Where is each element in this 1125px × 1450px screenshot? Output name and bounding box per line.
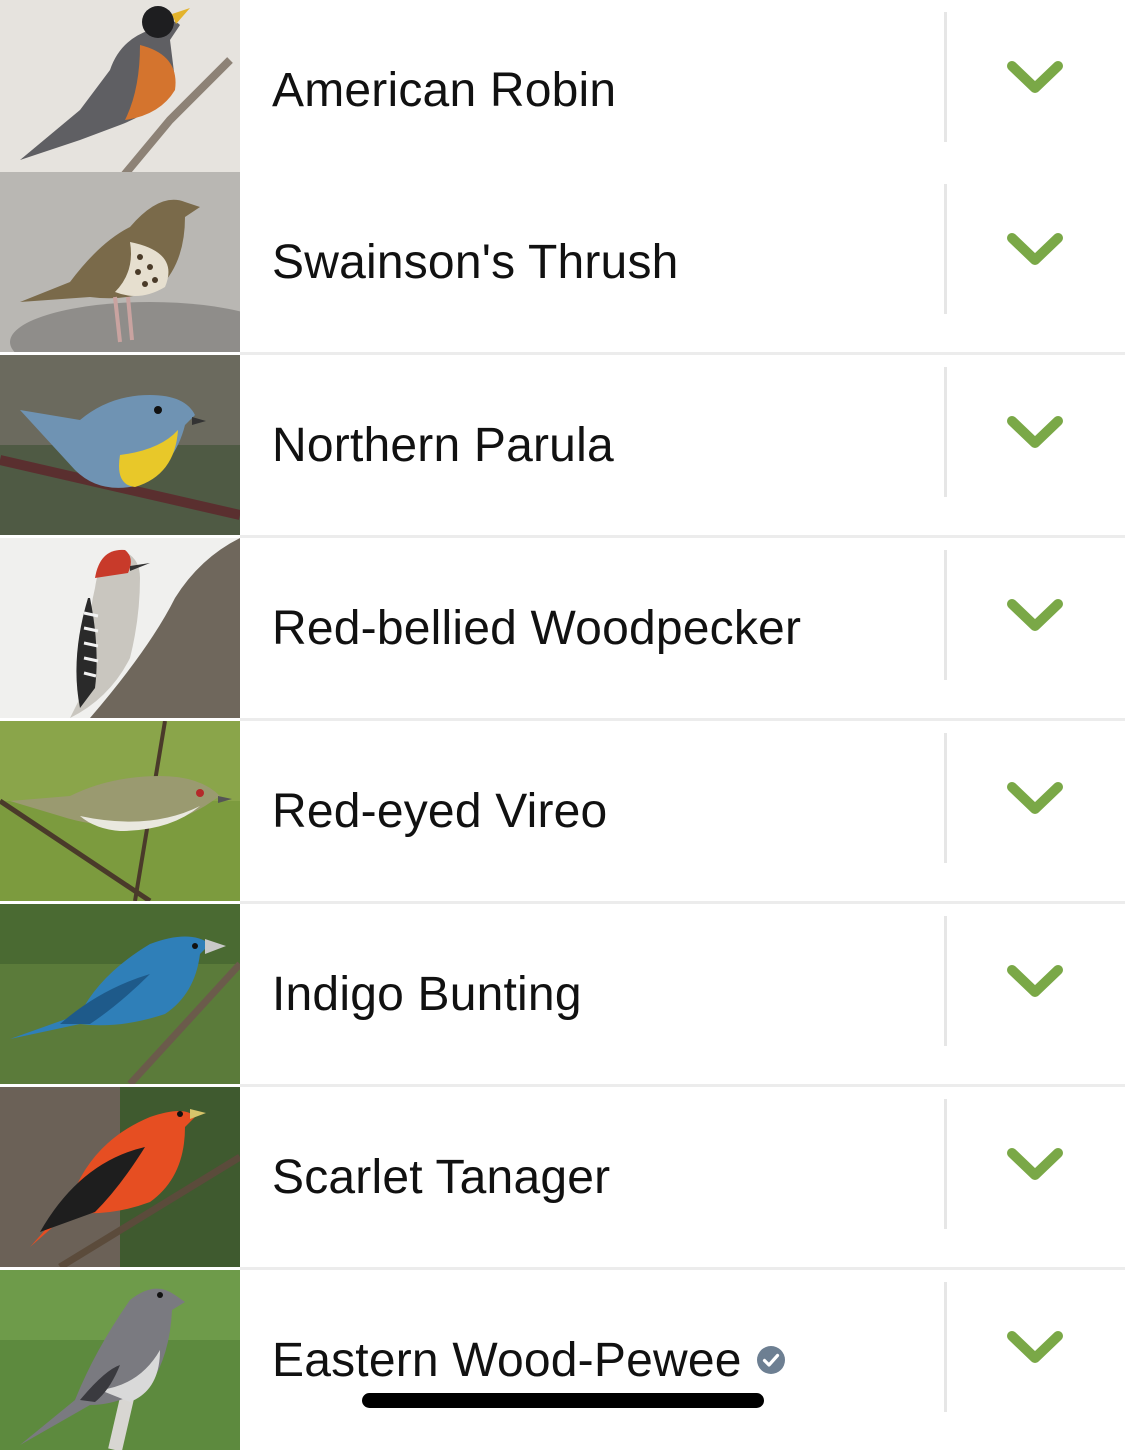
chevron-down-icon	[1007, 60, 1063, 101]
row-divider	[944, 1099, 947, 1229]
row-divider	[944, 1282, 947, 1412]
expand-button[interactable]	[985, 40, 1085, 120]
species-row[interactable]: Scarlet Tanager	[0, 1087, 1125, 1270]
chevron-down-icon	[1007, 232, 1063, 273]
northern-parula-photo[interactable]	[0, 355, 240, 535]
species-list: American Robin Swainson's Thrush Norther…	[0, 0, 1125, 1450]
row-divider	[944, 916, 947, 1046]
chevron-down-icon	[1007, 1330, 1063, 1371]
row-divider	[944, 184, 947, 314]
species-row[interactable]: Red-eyed Vireo	[0, 721, 1125, 904]
red-eyed-vireo-photo[interactable]	[0, 721, 240, 901]
american-robin-photo[interactable]	[0, 0, 240, 180]
species-row[interactable]: Eastern Wood-Pewee	[0, 1270, 1125, 1450]
species-name-container[interactable]: Eastern Wood-Pewee	[272, 1270, 932, 1450]
row-divider	[944, 550, 947, 680]
expand-button[interactable]	[985, 578, 1085, 658]
chevron-down-icon	[1007, 1147, 1063, 1188]
species-name-container[interactable]: Red-bellied Woodpecker	[272, 538, 932, 718]
scarlet-tanager-photo[interactable]	[0, 1087, 240, 1267]
red-bellied-woodpecker-photo[interactable]	[0, 538, 240, 718]
species-row[interactable]: Indigo Bunting	[0, 904, 1125, 1087]
indigo-bunting-photo[interactable]	[0, 904, 240, 1084]
expand-button[interactable]	[985, 212, 1085, 292]
species-name-container[interactable]: Northern Parula	[272, 355, 932, 535]
species-row[interactable]: Northern Parula	[0, 355, 1125, 538]
expand-button[interactable]	[985, 761, 1085, 841]
species-name: Indigo Bunting	[272, 967, 582, 1021]
chevron-down-icon	[1007, 415, 1063, 456]
species-name-container[interactable]: Swainson's Thrush	[272, 172, 932, 352]
species-name: Northern Parula	[272, 418, 614, 472]
expand-button[interactable]	[985, 1310, 1085, 1390]
expand-button[interactable]	[985, 1127, 1085, 1207]
expand-button[interactable]	[985, 944, 1085, 1024]
species-name: Eastern Wood-Pewee	[272, 1333, 742, 1387]
chevron-down-icon	[1007, 964, 1063, 1005]
chevron-down-icon	[1007, 598, 1063, 639]
species-name-container[interactable]: Indigo Bunting	[272, 904, 932, 1084]
chevron-down-icon	[1007, 781, 1063, 822]
row-divider	[944, 12, 947, 142]
row-divider	[944, 367, 947, 497]
species-row[interactable]: Red-bellied Woodpecker	[0, 538, 1125, 721]
row-divider	[944, 733, 947, 863]
species-name: Scarlet Tanager	[272, 1150, 611, 1204]
species-row[interactable]: American Robin	[0, 0, 1125, 183]
species-name: Swainson's Thrush	[272, 235, 679, 289]
species-name-container[interactable]: American Robin	[272, 0, 932, 180]
verified-check-badge-icon	[756, 1345, 786, 1375]
eastern-wood-pewee-photo[interactable]	[0, 1270, 240, 1450]
expand-button[interactable]	[985, 395, 1085, 475]
swainsons-thrush-photo[interactable]	[0, 172, 240, 352]
species-name-container[interactable]: Red-eyed Vireo	[272, 721, 932, 901]
species-name: Red-eyed Vireo	[272, 784, 608, 838]
species-name-container[interactable]: Scarlet Tanager	[272, 1087, 932, 1267]
species-name: Red-bellied Woodpecker	[272, 601, 802, 655]
species-row[interactable]: Swainson's Thrush	[0, 172, 1125, 355]
home-indicator[interactable]	[362, 1393, 764, 1408]
species-name: American Robin	[272, 63, 617, 117]
